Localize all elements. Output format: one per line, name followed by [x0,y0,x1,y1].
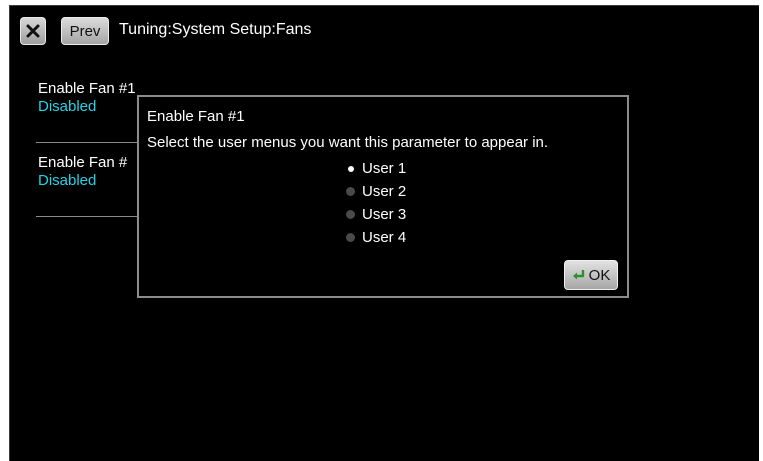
option-label: User 2 [362,183,407,200]
option-label: User 4 [362,229,407,246]
option-user-3[interactable]: User 3 [346,203,406,226]
option-user-1[interactable]: User 1 [346,157,406,180]
radio-unselected-icon [346,210,355,219]
prev-button[interactable]: Prev [61,17,109,45]
option-label: User 1 [362,160,407,177]
ok-button-label: OK [588,266,611,284]
option-user-4[interactable]: User 4 [346,226,406,249]
close-button[interactable] [20,17,46,45]
user-menu-dialog: Enable Fan #1 Select the user menus you … [137,95,629,298]
dialog-title: Enable Fan #1 [147,108,245,125]
app-screen: Prev Tuning:System Setup:Fans Enable Fan… [9,5,759,461]
radio-unselected-icon [346,187,355,196]
ok-button[interactable]: OK [564,260,618,290]
divider [36,142,146,143]
user-menu-options: User 1 User 2 User 3 User 4 [346,157,406,249]
divider [36,216,146,217]
radio-selected-icon [348,165,354,172]
radio-unselected-icon [346,233,355,242]
prev-button-label: Prev [69,22,101,40]
option-label: User 3 [362,206,407,223]
dialog-message: Select the user menus you want this para… [147,134,549,151]
breadcrumb: Tuning:System Setup:Fans [119,21,312,38]
enter-return-icon [572,269,586,281]
option-user-2[interactable]: User 2 [346,180,406,203]
close-icon [26,24,40,38]
